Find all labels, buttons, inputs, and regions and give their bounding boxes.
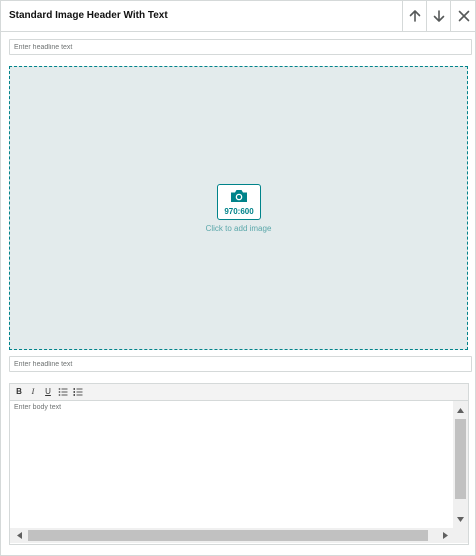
numbered-list-icon: [73, 388, 83, 396]
bold-button[interactable]: B: [13, 386, 25, 398]
triangle-down-icon: [457, 516, 464, 522]
bullet-list-icon: [58, 388, 68, 396]
scroll-right-button[interactable]: [438, 528, 452, 543]
module-panel: Standard Image Header With Text 970:6: [0, 0, 476, 556]
triangle-right-icon: [442, 532, 448, 539]
scroll-down-button[interactable]: [453, 512, 468, 526]
horizontal-scroll-thumb[interactable]: [28, 530, 428, 541]
body-text-area[interactable]: [10, 401, 453, 528]
module-header: Standard Image Header With Text: [1, 1, 475, 32]
scroll-up-button[interactable]: [453, 403, 468, 417]
triangle-left-icon: [16, 532, 22, 539]
headline-input-top[interactable]: [9, 39, 472, 55]
vertical-scroll-thumb[interactable]: [455, 419, 466, 499]
headline-input-bottom[interactable]: [9, 356, 472, 372]
numbered-list-button[interactable]: [72, 386, 84, 398]
underline-button[interactable]: U: [42, 386, 54, 398]
image-ratio-label: 970:600: [224, 207, 254, 216]
image-upload-area[interactable]: 970:600 Click to add image: [9, 66, 468, 350]
horizontal-scrollbar[interactable]: [10, 528, 453, 543]
arrow-up-icon: [409, 10, 421, 22]
image-ratio-badge[interactable]: 970:600: [217, 184, 261, 220]
vertical-scrollbar[interactable]: [453, 401, 468, 528]
scroll-left-button[interactable]: [12, 528, 26, 543]
arrow-down-icon: [433, 10, 445, 22]
add-image-label: Click to add image: [205, 224, 272, 233]
editor-toolbar: B I U: [10, 384, 468, 401]
scrollbar-corner: [453, 528, 468, 543]
remove-module-button[interactable]: [450, 1, 476, 31]
move-down-button[interactable]: [426, 1, 451, 31]
italic-button[interactable]: I: [27, 386, 39, 398]
bullet-list-button[interactable]: [57, 386, 69, 398]
close-icon: [458, 10, 469, 22]
module-title: Standard Image Header With Text: [9, 10, 168, 21]
camera-icon: [231, 190, 247, 202]
body-text-editor: B I U: [9, 383, 469, 545]
move-up-button[interactable]: [402, 1, 427, 31]
triangle-up-icon: [457, 407, 464, 413]
